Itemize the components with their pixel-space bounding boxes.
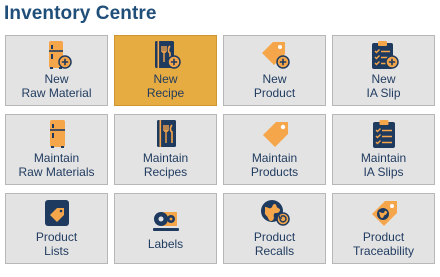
globe-recall-icon — [260, 198, 290, 228]
tile-label-line1: Maintain — [251, 151, 298, 165]
tile-new-ia-slip[interactable]: New IA Slip — [332, 35, 435, 106]
tile-label-line2: Raw Materials — [18, 165, 95, 179]
tile-maintain-raw-materials[interactable]: Maintain Raw Materials — [5, 114, 108, 185]
tile-label-line2: Recalls — [254, 244, 295, 258]
tile-product-traceability[interactable]: Product Traceability — [332, 193, 435, 264]
tile-maintain-ia-slips[interactable]: Maintain IA Slips — [332, 114, 435, 185]
tile-new-recipe[interactable]: New Recipe — [114, 35, 217, 106]
clipboard-plus-icon — [369, 40, 399, 70]
clipboard-icon — [369, 119, 399, 149]
tile-label-line2: IA Slips — [363, 165, 404, 179]
tile-label-line1: Maintain — [33, 151, 80, 165]
tile-label-line1: New — [262, 72, 287, 86]
tile-label: Maintain Products — [251, 151, 298, 179]
tile-label-line2: Raw Material — [21, 86, 92, 100]
tile-label-line1: Product — [362, 230, 405, 244]
tile-label: Product Traceability — [353, 230, 414, 258]
traceability-tag-icon — [369, 198, 399, 228]
tile-label-line2: IA Slip — [366, 86, 401, 100]
tile-label-line1: Product — [35, 230, 78, 244]
tile-label: Labels — [148, 237, 183, 251]
tile-label: Maintain Recipes — [143, 151, 188, 179]
tile-product-recalls[interactable]: Product Recalls — [223, 193, 326, 264]
recipe-book-icon — [151, 119, 181, 149]
tile-label-line2: Traceability — [353, 244, 414, 258]
tile-label: Maintain IA Slips — [361, 151, 406, 179]
tile-label-line1: Maintain — [360, 151, 407, 165]
tile-label-line1: Labels — [147, 237, 184, 251]
tile-new-product[interactable]: New Product — [223, 35, 326, 106]
tile-label: Product Lists — [36, 230, 77, 258]
price-tag-plus-icon — [260, 40, 290, 70]
tile-label: New IA Slip — [366, 72, 400, 100]
tile-label: Product Recalls — [254, 230, 295, 258]
tile-label: New Raw Material — [21, 72, 91, 100]
tile-maintain-recipes[interactable]: Maintain Recipes — [114, 114, 217, 185]
tile-label-line2: Products — [250, 165, 299, 179]
tile-labels[interactable]: Labels — [114, 193, 217, 264]
tile-label: New Recipe — [147, 72, 184, 100]
tile-label-line2: Product — [253, 86, 296, 100]
page-title: Inventory Centre — [4, 3, 157, 24]
tile-product-lists[interactable]: Product Lists — [5, 193, 108, 264]
tile-label: Maintain Raw Materials — [18, 151, 94, 179]
tile-label-line2: Recipe — [146, 86, 185, 100]
tile-label-line1: New — [371, 72, 396, 86]
tile-label-line1: Product — [253, 230, 296, 244]
tile-label-line2: Recipes — [143, 165, 188, 179]
product-list-icon — [42, 198, 72, 228]
fridge-icon — [42, 119, 72, 149]
tile-maintain-products[interactable]: Maintain Products — [223, 114, 326, 185]
recipe-book-plus-icon — [151, 40, 181, 70]
tile-label-line1: New — [153, 72, 178, 86]
tile-new-raw-material[interactable]: New Raw Material — [5, 35, 108, 106]
tile-label-line1: New — [44, 72, 69, 86]
tile-label: New Product — [254, 72, 295, 100]
label-roll-icon — [151, 204, 181, 234]
price-tag-icon — [260, 119, 290, 149]
fridge-plus-icon — [42, 40, 72, 70]
tile-label-line2: Lists — [44, 244, 69, 258]
tile-label-line1: Maintain — [142, 151, 189, 165]
